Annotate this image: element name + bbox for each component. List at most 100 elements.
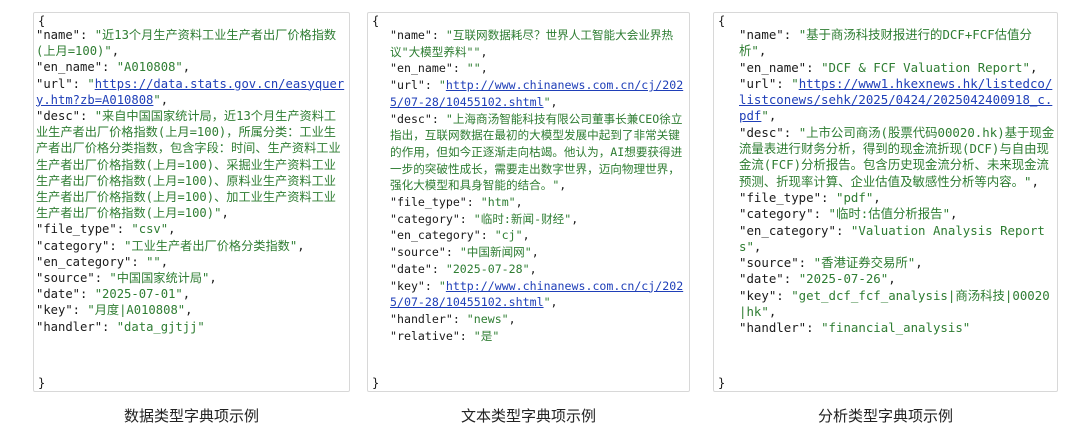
- field-value: "cj": [494, 228, 523, 243]
- field-en-category: "en_category": "cj",: [390, 227, 687, 244]
- comma: ,: [768, 108, 777, 124]
- field-key: "handler":: [739, 320, 822, 336]
- comma: ,: [160, 92, 169, 107]
- field-key: "name":: [36, 28, 95, 42]
- field-value: "DCF & FCF Valuation Report": [821, 59, 1030, 75]
- comma: ,: [559, 178, 567, 193]
- field-value: "A010808": [116, 60, 183, 75]
- field-value: "中国国家统计局": [109, 271, 210, 286]
- field-value: "临时:估值分析报告": [828, 206, 951, 222]
- field-key: "en_name":: [36, 60, 117, 75]
- text-type-dict-panel: { "name": "互联网数据耗尽？世界人工智能大会业界热议"大模型养料"",…: [367, 12, 690, 392]
- field-key: "key":: [739, 287, 792, 303]
- comma: ,: [550, 94, 558, 109]
- field-value: "financial_analysis": [821, 320, 971, 336]
- field-key: "url":: [390, 78, 439, 93]
- field-handler: "handler": "data_gjtjj": [36, 319, 347, 335]
- field-value: "临时:新闻-财经": [473, 211, 572, 226]
- field-key: "source":: [739, 255, 814, 271]
- field-file-type: "file_type": "htm",: [390, 194, 687, 211]
- open-brace: {: [372, 14, 380, 28]
- field-key: "source":: [36, 271, 110, 286]
- comma: ,: [297, 238, 305, 253]
- field-key: "en_category":: [390, 228, 495, 243]
- comma: ,: [160, 254, 169, 269]
- comma: ,: [758, 43, 767, 59]
- field-value: "香港证券交易所": [813, 255, 916, 271]
- field-key: "source":: [390, 245, 460, 260]
- field-key: "key":: [390, 278, 439, 293]
- open-brace: {: [718, 14, 726, 28]
- field-url: "url": "https://www1.hkexnews.hk/listedc…: [739, 76, 1055, 125]
- field-date: "date": "2025-07-26",: [739, 271, 1055, 287]
- field-handler: "handler": "news",: [390, 311, 687, 328]
- field-key: "category":: [36, 238, 125, 253]
- field-value: "": [146, 254, 161, 269]
- field-key: "name":: [739, 27, 799, 42]
- field-relative: "relative": "是": [390, 328, 687, 345]
- field-value: "月度|A010808": [87, 303, 186, 318]
- field-en-category: "en_category": "",: [36, 254, 347, 270]
- comma: ,: [768, 304, 777, 320]
- caption-analysis-type: 分析类型字典项示例: [817, 407, 953, 425]
- comma: ,: [182, 60, 191, 75]
- comma: ,: [182, 287, 191, 302]
- field-date: "date": "2025-07-28",: [390, 261, 687, 278]
- comma: ,: [550, 295, 558, 310]
- field-value: "news": [466, 311, 509, 326]
- field-key: "en_name":: [390, 61, 467, 76]
- field-key: "date":: [36, 287, 95, 302]
- close-brace: }: [372, 376, 380, 390]
- field-source: "source": "中国新闻网",: [390, 244, 687, 261]
- field-desc: "desc": "来自中国国家统计局，近13个月生产资料工业生产者出厂价格指数(…: [36, 108, 347, 221]
- comma: ,: [480, 44, 488, 59]
- comma: ,: [515, 195, 523, 210]
- field-key: "key": "月度|A010808",: [36, 302, 347, 318]
- caption-data-type: 数据类型字典项示例: [123, 407, 259, 425]
- field-key: "category":: [390, 211, 474, 226]
- close-brace: }: [38, 376, 46, 390]
- field-key: "en_name":: [739, 59, 822, 75]
- field-value: "是": [473, 328, 500, 343]
- field-url: "url": "https://data.stats.gov.cn/easyqu…: [36, 76, 347, 108]
- comma: ,: [873, 189, 881, 205]
- comma: ,: [888, 271, 896, 287]
- comma: ,: [209, 271, 217, 286]
- field-category: "category": "临时:新闻-财经",: [390, 211, 687, 228]
- field-key: "en_category":: [36, 254, 147, 269]
- comma: ,: [111, 44, 120, 59]
- field-value: "htm": [480, 195, 516, 210]
- field-name: "name": "互联网数据耗尽？世界人工智能大会业界热议"大模型养料"",: [390, 27, 687, 60]
- open-brace: {: [38, 14, 46, 28]
- field-key: "file_type":: [36, 222, 132, 237]
- field-key: "date":: [739, 271, 799, 287]
- comma: ,: [480, 61, 488, 76]
- field-key: "desc":: [36, 109, 95, 124]
- field-handler: "handler": "financial_analysis": [739, 320, 1055, 336]
- code-block: "name": "近13个月生产资料工业生产者出厂价格指数(上月=100)", "…: [34, 27, 347, 335]
- field-value: "中国新闻网": [459, 245, 532, 260]
- field-key: "en_category":: [739, 222, 851, 238]
- field-value: "工业生产者出厂价格分类指数": [124, 238, 298, 253]
- field-file-type: "file_type": "csv",: [36, 221, 347, 237]
- field-en-name: "en_name": "",: [390, 60, 687, 77]
- field-key: "file_type":: [390, 195, 481, 210]
- comma: ,: [1031, 173, 1039, 189]
- field-date: "date": "2025-07-01",: [36, 286, 347, 302]
- field-file-type: "file_type": "pdf",: [739, 190, 1055, 206]
- field-key: "handler":: [390, 311, 467, 326]
- comma: ,: [753, 238, 762, 254]
- field-category: "category": "工业生产者出厂价格分类指数",: [36, 238, 347, 254]
- field-value: "pdf": [835, 189, 874, 205]
- field-en-category: "en_category": "Valuation Analysis Repor…: [739, 223, 1055, 256]
- field-value: "": [466, 61, 481, 76]
- comma: ,: [950, 206, 958, 222]
- comma: ,: [915, 255, 923, 271]
- field-key: "url":: [739, 75, 792, 91]
- comma: ,: [1029, 59, 1038, 75]
- comma: ,: [522, 228, 530, 243]
- field-name: "name": "基于商汤科技财报进行的DCF+FCF估值分析",: [739, 27, 1055, 60]
- field-value: "2025-07-26": [798, 271, 889, 287]
- field-key: "category":: [739, 206, 829, 222]
- comma: ,: [529, 261, 537, 276]
